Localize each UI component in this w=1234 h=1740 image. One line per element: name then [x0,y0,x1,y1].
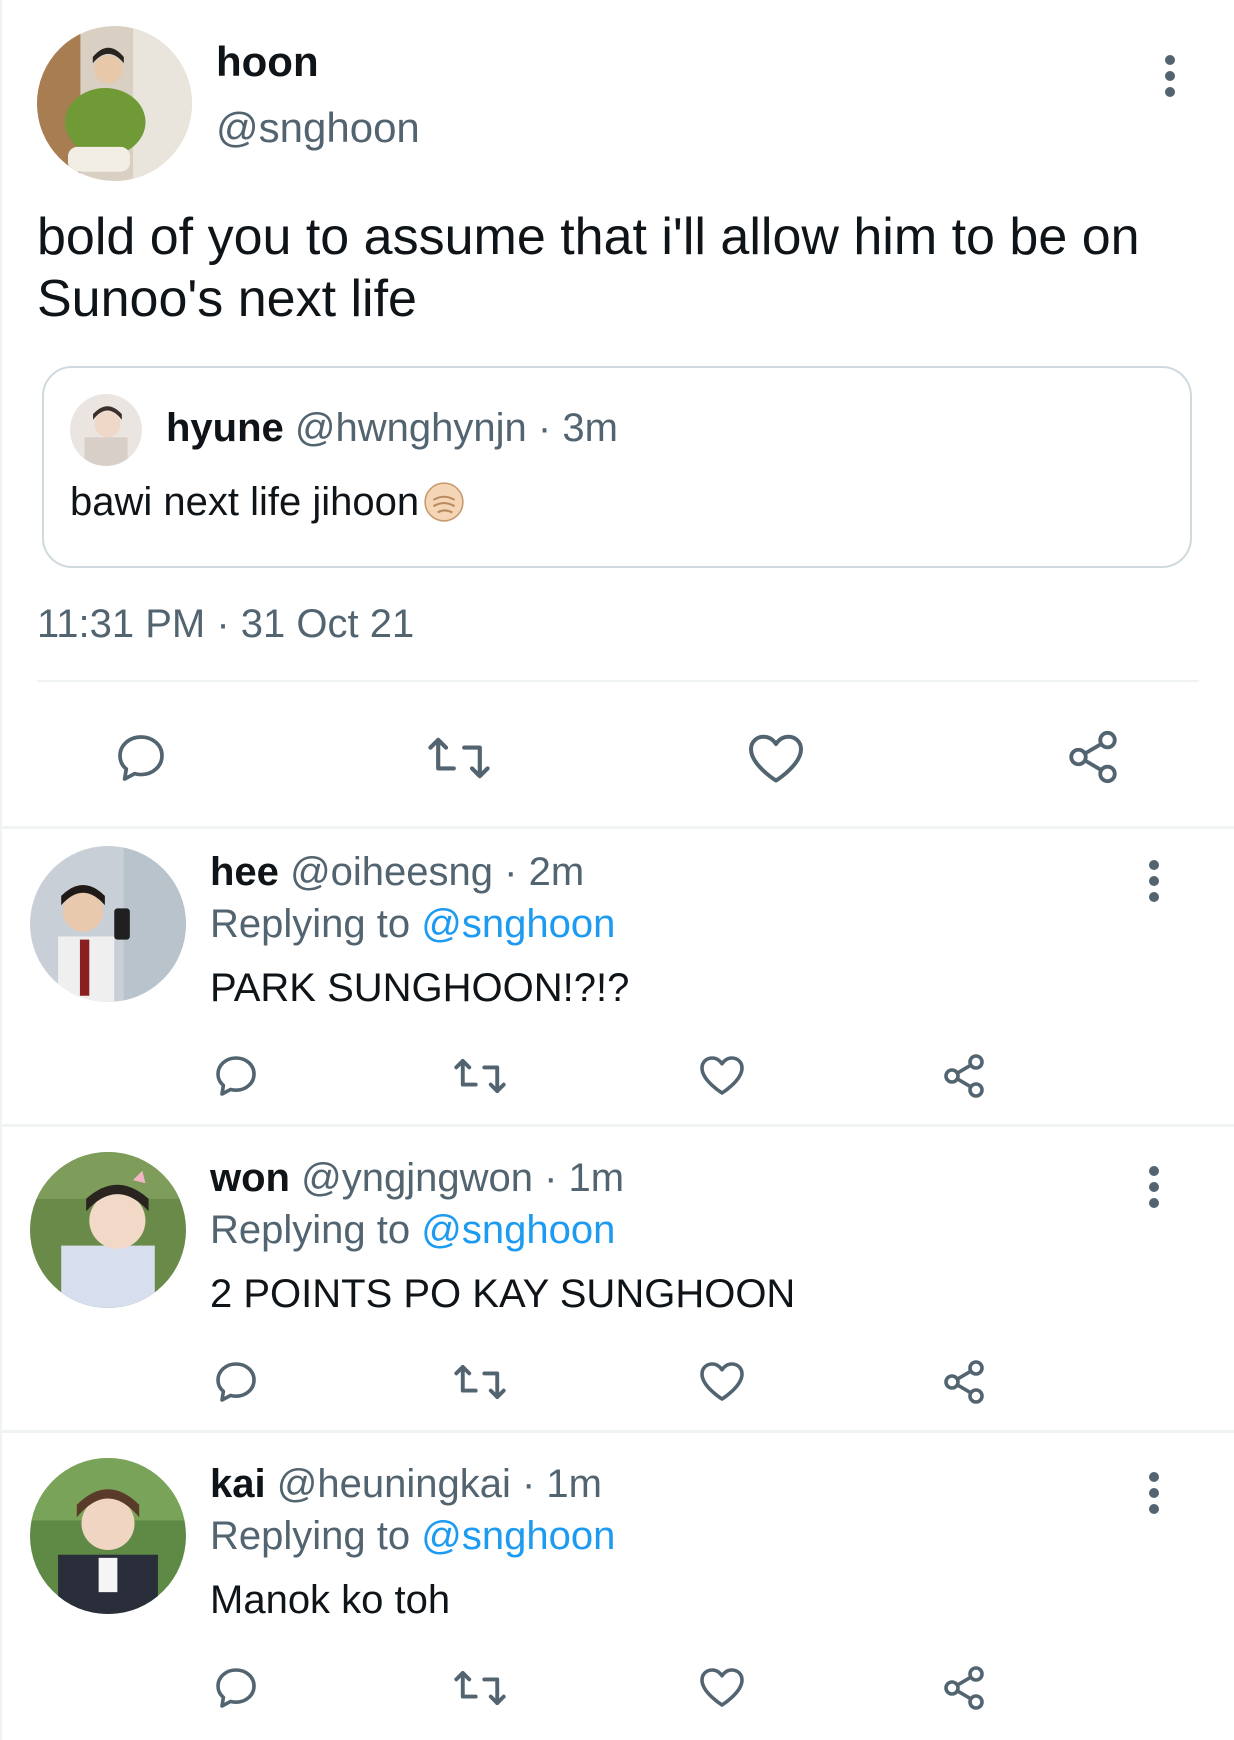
reply-time: 1m [546,1462,602,1506]
reply-tweet[interactable]: hee @oiheesng · 2m Replying to @snghoon … [0,828,1234,1128]
replying-to-mention[interactable]: @snghoon [421,1208,615,1252]
reply-tweet[interactable]: kai @heuningkai · 1m Replying to @snghoo… [0,1440,1234,1740]
retweet-icon[interactable] [452,1054,508,1098]
raised-fist-emoji-icon [423,481,465,523]
replying-to-line: Replying to @snghoon [210,1514,615,1559]
replying-to-mention[interactable]: @snghoon [421,1514,615,1558]
meta-separator: · [521,1462,547,1506]
reply-text: Manok ko toh [210,1578,451,1622]
quoted-tweet-time: 3m [562,406,618,450]
reply-author-avatar[interactable] [30,1152,186,1308]
more-vertical-icon[interactable] [1142,1164,1166,1210]
author-name[interactable]: hoon [216,38,319,86]
reply-meta: hee @oiheesng · 2m [210,850,584,895]
like-icon[interactable] [698,1664,746,1710]
more-vertical-icon[interactable] [1142,1470,1166,1516]
replying-to-line: Replying to @snghoon [210,1208,615,1253]
reply-icon[interactable] [212,1052,260,1100]
like-icon[interactable] [746,730,806,786]
reply-author-name[interactable]: hee [210,850,279,894]
reply-text: 2 POINTS PO KAY SUNGHOON [210,1272,796,1316]
reply-actions [0,1356,1234,1410]
reply-meta: kai @heuningkai · 1m [210,1462,602,1507]
meta-separator: · [504,850,529,894]
share-icon[interactable] [1064,728,1122,786]
share-icon[interactable] [940,1664,988,1712]
tweet-timestamp: 11:31 PM · 31 Oct 21 [37,602,415,646]
reply-text: PARK SUNGHOON!?!? [210,966,630,1010]
replying-to-label: Replying to [210,1208,422,1252]
retweet-icon[interactable] [452,1666,508,1710]
replying-to-mention[interactable]: @snghoon [421,902,615,946]
reply-author-handle[interactable]: @oiheesng [290,850,493,894]
reply-actions [0,1050,1234,1104]
reply-actions [0,1662,1234,1716]
meta-separator: · [537,406,563,450]
share-icon[interactable] [940,1052,988,1100]
quoted-author-name: hyune [166,406,284,450]
quoted-author-avatar [70,394,142,466]
reply-author-name[interactable]: won [210,1156,290,1200]
share-icon[interactable] [940,1358,988,1406]
reply-icon[interactable] [212,1358,260,1406]
replying-to-label: Replying to [210,902,422,946]
quoted-tweet-text-line: bawi next life jihoon [70,480,465,525]
author-handle[interactable]: @snghoon [216,104,420,152]
divider [37,680,1199,682]
reply-author-avatar[interactable] [30,846,186,1002]
tweet-text: bold of you to assume that i'll allow hi… [37,208,1140,328]
reply-author-name[interactable]: kai [210,1462,266,1506]
tweet-actions [0,722,1234,788]
meta-separator: · [544,1156,569,1200]
more-vertical-icon[interactable] [1158,52,1182,100]
main-tweet: hoon @snghoon bold of you to assume that… [0,0,1234,828]
reply-author-handle[interactable]: @heuningkai [277,1462,511,1506]
replying-to-line: Replying to @snghoon [210,902,615,947]
like-icon[interactable] [698,1052,746,1098]
reply-author-avatar[interactable] [30,1458,186,1614]
replying-to-label: Replying to [210,1514,422,1558]
reply-time: 1m [568,1156,625,1200]
divider [0,1430,1234,1433]
quoted-tweet-text: bawi next life jihoon [70,480,420,524]
reply-author-handle[interactable]: @yngjngwon [301,1156,533,1200]
divider [0,1124,1234,1127]
reply-meta: won @yngjngwon · 1m [210,1156,624,1201]
reply-tweet[interactable]: won @yngjngwon · 1m Replying to @snghoon… [0,1134,1234,1434]
retweet-icon[interactable] [452,1360,508,1404]
more-vertical-icon[interactable] [1142,858,1166,904]
author-avatar[interactable] [37,26,192,181]
quoted-author-handle: @hwnghynjn [294,406,527,450]
reply-icon[interactable] [112,730,170,786]
retweet-icon[interactable] [425,732,493,784]
quoted-tweet-meta: hyune @hwnghynjn · 3m [166,406,618,451]
reply-icon[interactable] [212,1664,260,1712]
like-icon[interactable] [698,1358,746,1404]
reply-time: 2m [528,850,585,894]
quoted-tweet[interactable]: hyune @hwnghynjn · 3m bawi next life jih… [42,366,1192,568]
